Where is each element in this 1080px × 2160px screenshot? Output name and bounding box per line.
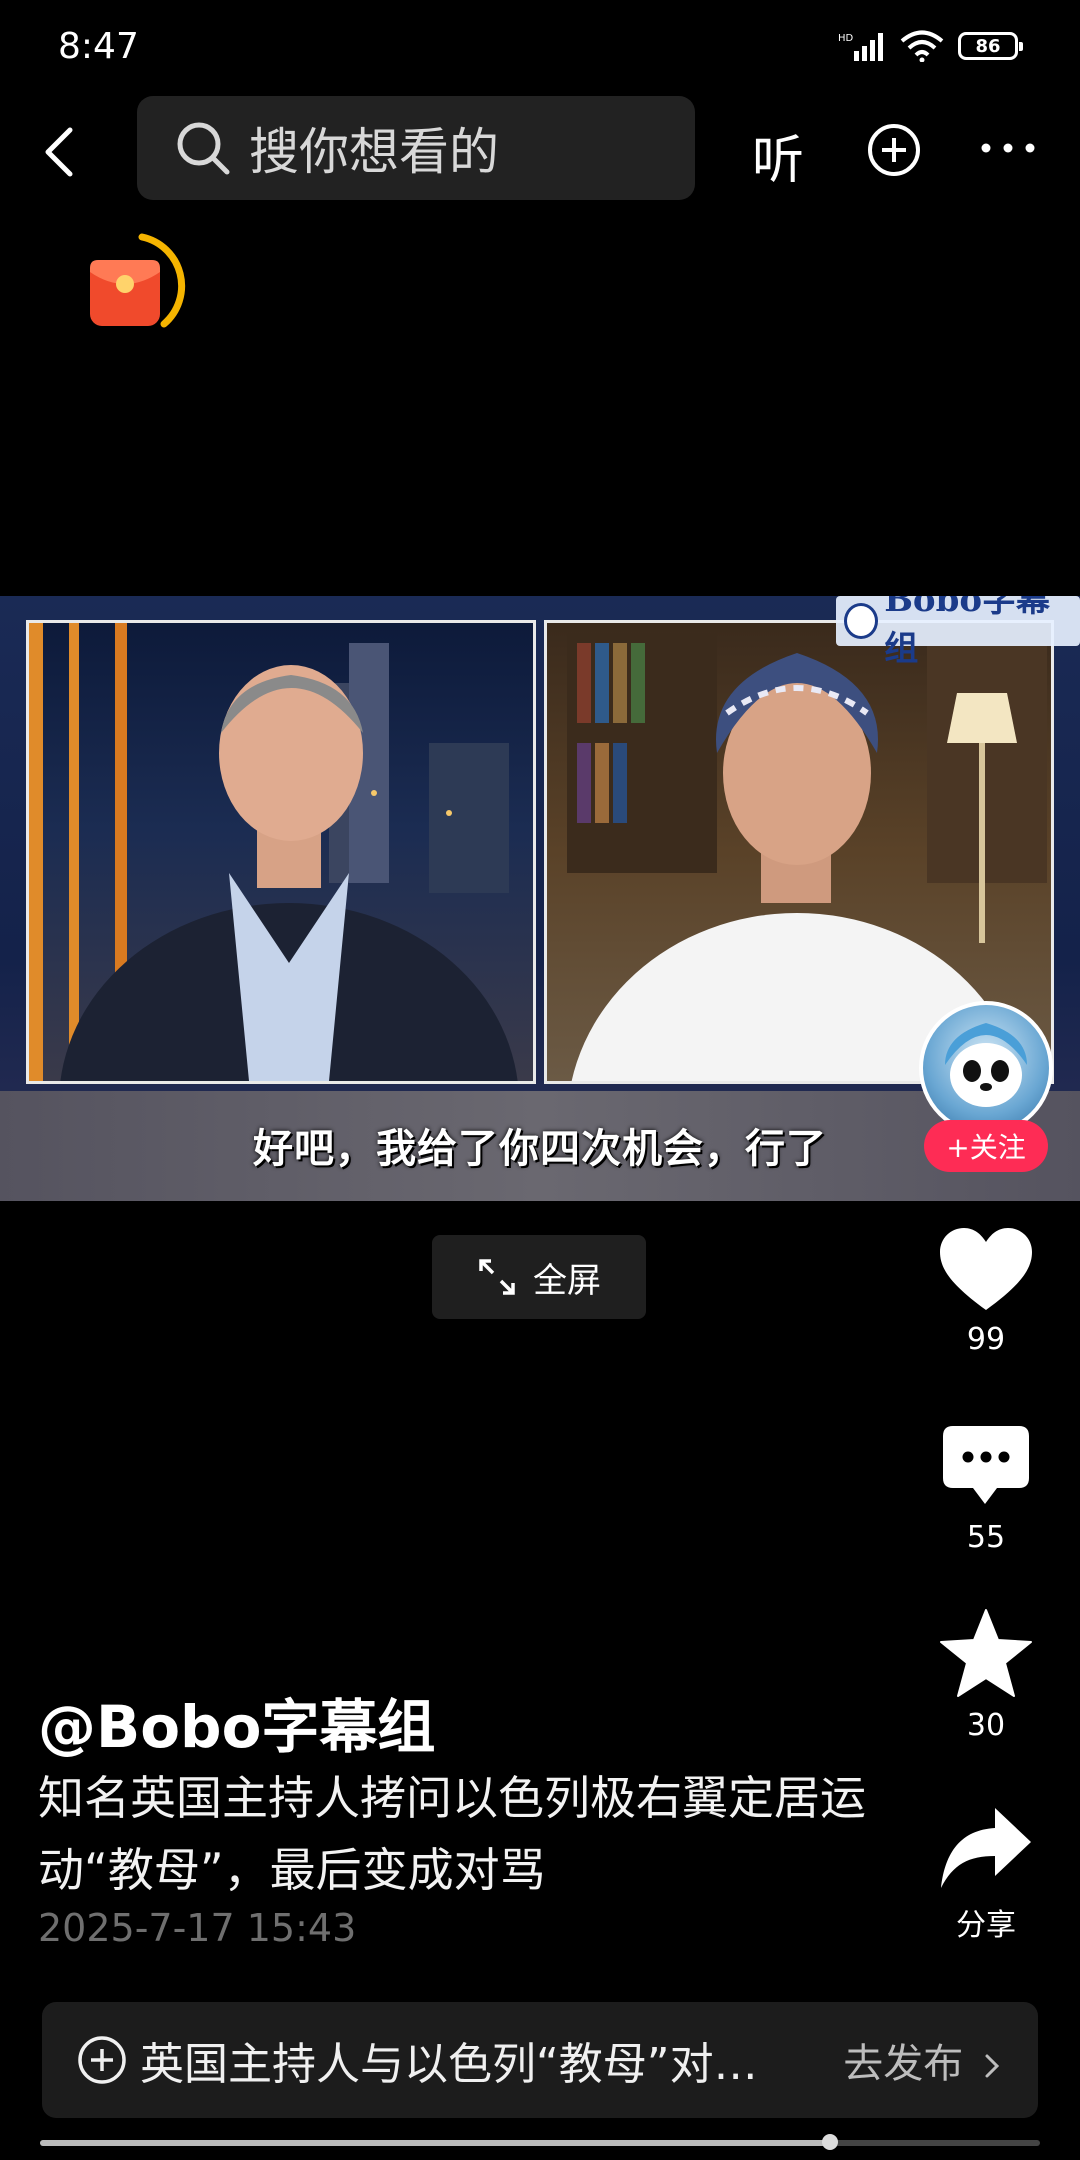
search-bar[interactable]: 搜你想看的 [137, 96, 695, 200]
topic-text: 英国主持人与以色列“教母”对… [140, 2039, 758, 2090]
video-panel-host [26, 620, 536, 1084]
back-arrow-icon [45, 127, 73, 177]
author-name[interactable]: @Bobo字幕组 [38, 1680, 435, 1764]
panda-avatar-image [945, 1023, 1027, 1107]
search-placeholder: 搜你想看的 [249, 123, 499, 181]
listen-button[interactable]: 听 [752, 118, 804, 193]
status-icons: HD 86 [838, 30, 1023, 62]
publish-link[interactable]: 去发布 [843, 2031, 1002, 2089]
more-button[interactable] [980, 124, 1036, 168]
fullscreen-label: 全屏 [533, 1260, 601, 1301]
heart-icon [940, 1228, 1032, 1310]
video-player[interactable]: Bobo字幕组 好吧，我给了你四次机会，行了 [0, 596, 1080, 1201]
wifi-icon [900, 30, 944, 62]
chevron-right-icon [985, 2054, 1000, 2078]
watermark-text: Bobo字幕组 [884, 596, 1051, 669]
red-packet-icon [90, 233, 186, 328]
plus-circle-icon [868, 124, 920, 176]
follow-button[interactable]: +关注 [924, 1120, 1048, 1172]
add-button[interactable] [866, 122, 922, 182]
expand-icon [479, 1259, 515, 1295]
favorite-count: 30 [966, 1708, 1006, 1743]
comment-icon [943, 1426, 1029, 1504]
signal-icon: HD [838, 33, 883, 61]
fullscreen-button[interactable]: 全屏 [432, 1235, 646, 1319]
post-timestamp: 2025-7-17 15:43 [38, 1906, 357, 1950]
panda-icon [844, 603, 879, 639]
topic-bar[interactable]: 英国主持人与以色列“教母”对… 去发布 [42, 2002, 1038, 2118]
author-avatar[interactable] [919, 1001, 1053, 1135]
comment-count: 55 [966, 1520, 1006, 1555]
video-progress-fill [40, 2140, 830, 2146]
like-count: 99 [966, 1322, 1006, 1357]
more-dots-icon [981, 143, 1035, 153]
status-time: 8:47 [58, 26, 139, 67]
search-icon [177, 122, 230, 175]
share-action[interactable]: 分享 [936, 1806, 1036, 1944]
favorite-action[interactable]: 30 [936, 1608, 1036, 1743]
battery-indicator: 86 [958, 32, 1023, 60]
like-action[interactable]: 99 [936, 1228, 1036, 1357]
comment-action[interactable]: 55 [936, 1424, 1036, 1555]
post-description: 知名英国主持人拷问以色列极右翼定居运动“教母”，最后变成对骂 [38, 1771, 866, 1897]
video-watermark: Bobo字幕组 [836, 596, 1080, 669]
plus-circle-icon [78, 2036, 126, 2084]
video-progress-knob[interactable] [822, 2134, 838, 2150]
video-subtitle: 好吧，我给了你四次机会，行了 [253, 1126, 827, 1172]
red-packet-button[interactable] [82, 232, 192, 342]
share-arrow-icon [941, 1808, 1031, 1888]
host-figure-image [29, 623, 518, 1081]
network-label: HD [838, 33, 854, 44]
back-button[interactable] [30, 110, 90, 190]
publish-label: 去发布 [843, 2041, 964, 2087]
star-icon [940, 1609, 1032, 1697]
share-label: 分享 [956, 1908, 1016, 1943]
